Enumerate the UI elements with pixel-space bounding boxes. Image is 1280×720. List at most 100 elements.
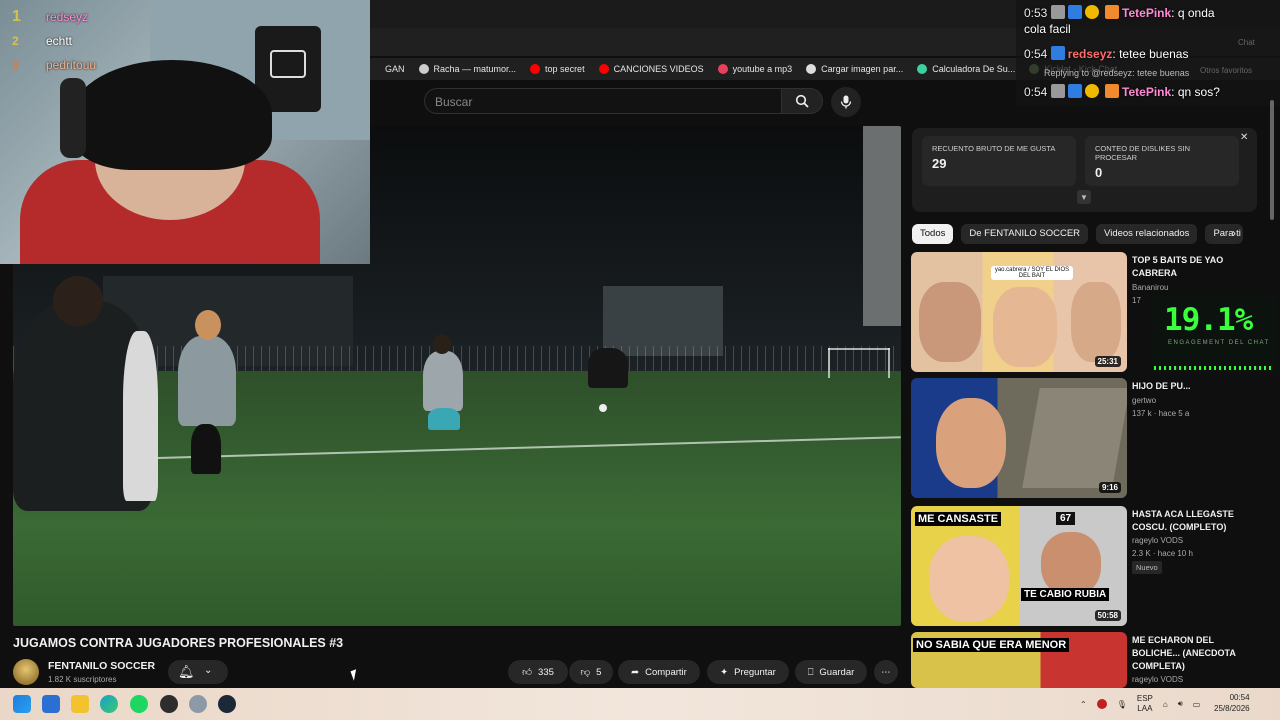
channel-name[interactable]: rageylo VODS — [1132, 675, 1183, 684]
save-label: Guardar — [819, 666, 855, 678]
search-input[interactable]: Buscar — [424, 88, 782, 114]
bookmark-label: Cargar imagen par... — [821, 64, 904, 74]
chat-message-continued: cola facil — [1024, 22, 1071, 36]
dislike-button[interactable]: 👎︎ 5 — [569, 660, 613, 684]
tray-app-icon[interactable] — [1096, 699, 1107, 709]
recommendation-item[interactable]: ME CANSASTE 67 TE CABIO RUBIA 50:58 HAST… — [911, 506, 1256, 628]
ranking-row: 1 redseyz — [12, 8, 96, 26]
video-title[interactable]: HIJO DE PU... — [1132, 380, 1252, 393]
headset — [60, 78, 86, 158]
channel-name[interactable]: rageylo VODS — [1132, 536, 1183, 545]
language-layout: LAA — [1137, 704, 1153, 713]
channel-name[interactable]: gertwo — [1132, 396, 1156, 405]
close-icon[interactable]: ✕ — [1240, 132, 1248, 143]
badge-icon — [1067, 5, 1082, 19]
bookmark-icon — [806, 64, 817, 74]
face-right — [1041, 532, 1101, 596]
chat-user: TetePink — [1122, 85, 1172, 99]
likes-label: RECUENTO BRUTO DE ME GUSTA — [932, 144, 1056, 153]
bookmark-item[interactable]: Racha — matumor... — [418, 64, 516, 74]
bookmark-label: GAN — [385, 64, 405, 74]
chip-related[interactable]: Videos relacionados — [1096, 224, 1198, 244]
player-mid-shorts — [428, 408, 460, 430]
video-duration: 25:31 — [1094, 356, 1121, 367]
scrollbar-thumb[interactable] — [1270, 100, 1274, 220]
video-thumbnail[interactable]: ME CANSASTE 67 TE CABIO RUBIA 50:58 — [911, 506, 1127, 626]
badge-icon — [1050, 46, 1065, 60]
more-button[interactable]: ⋯ — [874, 660, 898, 684]
goal-post-right — [888, 348, 890, 378]
search-button[interactable] — [781, 88, 823, 114]
video-thumbnail[interactable]: yao.cabrera / SOY EL DIOS DEL BAIT 25:31 — [911, 252, 1127, 372]
share-icon: ➦ — [631, 666, 640, 678]
notification-bell-button[interactable]: 🔔︎ ⌄ — [168, 660, 228, 684]
building-right — [863, 126, 901, 326]
streamer-hair — [72, 60, 272, 170]
channel-avatar[interactable] — [13, 659, 39, 685]
steam-icon[interactable] — [218, 695, 236, 713]
video-duration: 50:58 — [1094, 610, 1121, 621]
thumbnail-overlay-text: yao.cabrera / SOY EL DIOS DEL BAIT — [991, 266, 1073, 280]
bookmark-item[interactable]: Calculadora De Su... — [917, 64, 1015, 74]
language-indicator[interactable]: ESP LAA — [1137, 694, 1153, 714]
obs-icon[interactable] — [160, 695, 178, 713]
video-title[interactable]: ME ECHARON DEL BOLICHE... (ANECDOTA COMP… — [1132, 634, 1252, 673]
recommendation-item[interactable]: NO SABIA QUE ERA MENOR ME ECHARON DEL BO… — [911, 632, 1256, 688]
engagement-label: ENGAGEMENT DEL CHAT — [1168, 340, 1270, 346]
channel-name-main[interactable]: FENTANILO SOCCER — [48, 660, 155, 672]
file-explorer-icon[interactable] — [71, 695, 89, 713]
gift-icon — [1105, 5, 1120, 19]
channel-name[interactable]: Bananirou — [1132, 283, 1168, 292]
battery-icon[interactable]: ▭ — [1193, 700, 1201, 709]
share-button[interactable]: ➦ Compartir — [618, 660, 700, 684]
like-button[interactable]: 👍︎ 335 — [508, 660, 568, 684]
chevron-down-icon[interactable]: ▼ — [1077, 190, 1091, 204]
bookmark-item[interactable]: Cargar imagen par... — [806, 64, 903, 74]
clock[interactable]: 00:54 25/8/2026 — [1214, 692, 1250, 714]
bookmark-icon — [917, 64, 928, 74]
video-title[interactable]: HASTA ACA LLEGASTE COSCU. (COMPLETO) — [1132, 508, 1252, 534]
bookmark-item[interactable]: youtube a mp3 — [717, 64, 793, 74]
bookmark-item[interactable]: top secret — [530, 64, 585, 74]
bookmark-item[interactable]: GAN — [370, 64, 405, 74]
spotify-icon[interactable] — [130, 695, 148, 713]
bookmark-label: youtube a mp3 — [732, 64, 793, 74]
scrollbar[interactable] — [1268, 100, 1276, 688]
bookmark-icon — [418, 64, 429, 74]
ask-button[interactable]: ✦ Preguntar — [707, 660, 789, 684]
microphone-tray-icon[interactable]: 🎙︎ — [1117, 700, 1127, 709]
face — [936, 398, 1006, 488]
chip-channel[interactable]: De FENTANILO SOCCER — [961, 224, 1089, 244]
sparkle-icon: ✦ — [720, 666, 729, 678]
chat-user: redseyz — [1067, 47, 1113, 61]
chat-message: 0:53 TetePink: q onda — [1024, 5, 1215, 20]
bookmark-label: CANCIONES VIDEOS — [613, 64, 704, 74]
video-thumbnail[interactable]: 9:16 — [911, 378, 1127, 498]
voice-search-button[interactable] — [831, 87, 861, 117]
windows-start-icon[interactable] — [13, 695, 31, 713]
player-mid-head — [433, 334, 451, 354]
ranking-name: redseyz — [46, 10, 89, 24]
chat-time: 0:53 — [1024, 6, 1048, 20]
dislikes-label: CONTEO DE DISLIKES SIN PROCESAR — [1095, 144, 1191, 162]
app-icon[interactable] — [189, 695, 207, 713]
recommendation-item[interactable]: 9:16 HIJO DE PU... gertwo 137 k · hace 5… — [911, 378, 1256, 500]
player-hoodie — [178, 336, 236, 426]
volume-icon[interactable]: 🔊︎ — [1178, 699, 1183, 709]
store-icon[interactable] — [42, 695, 60, 713]
edge-icon[interactable] — [100, 695, 118, 713]
save-button[interactable]: ⎕ Guardar — [795, 660, 867, 684]
video-title[interactable]: TOP 5 BAITS DE YAO CABRERA — [1132, 254, 1252, 280]
player-white — [123, 331, 158, 501]
network-icon[interactable]: ⌂ — [1163, 700, 1168, 709]
chevron-right-icon[interactable]: › — [1232, 226, 1248, 242]
search-icon — [795, 94, 809, 108]
engagement-value: 19.1% — [1164, 302, 1253, 338]
bookmark-item[interactable]: CANCIONES VIDEOS — [598, 64, 704, 74]
chat-engagement-widget: 19.1% ENGAGEMENT DEL CHAT — [1152, 296, 1278, 374]
game-scene — [1022, 388, 1127, 488]
video-thumbnail[interactable]: NO SABIA QUE ERA MENOR — [911, 632, 1127, 688]
clock-date: 25/8/2026 — [1214, 704, 1250, 713]
chevron-up-icon[interactable]: ⌃ — [1080, 700, 1087, 709]
chip-all[interactable]: Todos — [912, 224, 954, 244]
